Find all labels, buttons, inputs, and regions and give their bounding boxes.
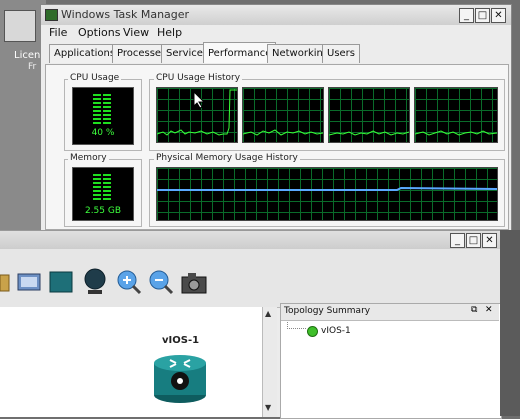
topology-summary-panel: Topology Summary ⧉ ✕ vIOS-1 (280, 303, 502, 419)
zoom-in-icon[interactable] (116, 269, 142, 295)
menu-bar: File Options View Help (41, 25, 511, 41)
tab-performance[interactable]: Performance (203, 42, 277, 63)
memory-history-line (157, 186, 497, 191)
window-title: Windows Task Manager (61, 8, 190, 21)
close-button[interactable]: ✕ (491, 8, 506, 23)
tree-connector (287, 322, 306, 329)
canvas-vertical-scrollbar[interactable]: ▲ ▼ (262, 307, 277, 417)
gns3-toolbar (0, 249, 500, 308)
memory-history-graph (156, 167, 498, 221)
cpu-usage-value: 40 % (91, 128, 115, 138)
cpu-history-graph-core-2 (242, 87, 324, 143)
zoom-out-icon[interactable] (148, 269, 174, 295)
cpu-usage-meter: 40 % (72, 87, 134, 145)
topology-summary-header: Topology Summary ⧉ ✕ (281, 304, 499, 321)
memory-history-label: Physical Memory Usage History (154, 153, 300, 163)
screenshot-icon[interactable] (17, 271, 41, 293)
router-label: vIOS-1 (162, 335, 200, 346)
gns3-title-bar[interactable]: _ □ ✕ (0, 231, 500, 249)
memory-label: Memory (68, 153, 109, 163)
device-icon[interactable] (82, 267, 108, 297)
menu-file[interactable]: File (49, 26, 67, 39)
cpu-core-4-line (415, 130, 497, 136)
gns3-close-button[interactable]: ✕ (482, 233, 497, 248)
gns3-maximize-button[interactable]: □ (466, 233, 481, 248)
chassis-icon[interactable] (48, 269, 74, 295)
menu-help[interactable]: Help (157, 26, 182, 39)
scroll-down-arrow-icon[interactable]: ▼ (265, 403, 271, 412)
cpu-history-label: CPU Usage History (154, 73, 243, 83)
task-manager-window: Windows Task Manager _ □ ✕ File Options … (40, 4, 512, 232)
title-bar[interactable]: Windows Task Manager _ □ ✕ (41, 5, 511, 25)
desktop-shortcut-label-2: Fr (28, 62, 37, 72)
memory-value: 2.55 GB (84, 206, 122, 216)
topology-item-vios-1[interactable]: vIOS-1 (321, 326, 351, 336)
scroll-up-arrow-icon[interactable]: ▲ (265, 309, 271, 318)
cpu-core-3-line (329, 130, 409, 136)
menu-view[interactable]: View (123, 26, 149, 39)
snapshot-icon[interactable] (0, 273, 10, 293)
task-manager-app-icon (45, 9, 58, 21)
topology-canvas[interactable]: vIOS-1 (0, 307, 263, 417)
camera-icon[interactable] (180, 271, 208, 295)
cpu-core-2-line (243, 129, 323, 136)
gns3-minimize-button[interactable]: _ (450, 233, 465, 248)
tab-users[interactable]: Users (322, 44, 361, 63)
menu-options[interactable]: Options (78, 26, 120, 39)
desktop-background-right (500, 230, 520, 416)
cpu-history-graph-core-4 (414, 87, 498, 143)
cpu-history-graph-core-3 (328, 87, 410, 143)
topology-summary-title: Topology Summary (284, 306, 371, 316)
minimize-button[interactable]: _ (459, 8, 474, 23)
desktop-shortcut-label: Licen (14, 50, 41, 61)
performance-panel: CPU Usage 40 % CPU Usage History Memory … (45, 64, 509, 230)
maximize-button[interactable]: □ (475, 8, 490, 23)
panel-close-icon[interactable]: ✕ (485, 305, 493, 315)
device-status-dot-icon (307, 326, 318, 337)
cpu-usage-label: CPU Usage (68, 73, 122, 83)
desktop-shortcut-icon[interactable] (4, 10, 36, 42)
gns3-window: _ □ ✕ vIOS-1 ▲ ▼ Topology Summary ⧉ ✕ vI… (0, 230, 502, 419)
tab-applications[interactable]: Applications (49, 44, 121, 63)
mouse-pointer-icon (193, 91, 205, 109)
undock-icon[interactable]: ⧉ (471, 305, 477, 315)
memory-meter: 2.55 GB (72, 167, 134, 221)
router-icon[interactable] (152, 349, 208, 405)
